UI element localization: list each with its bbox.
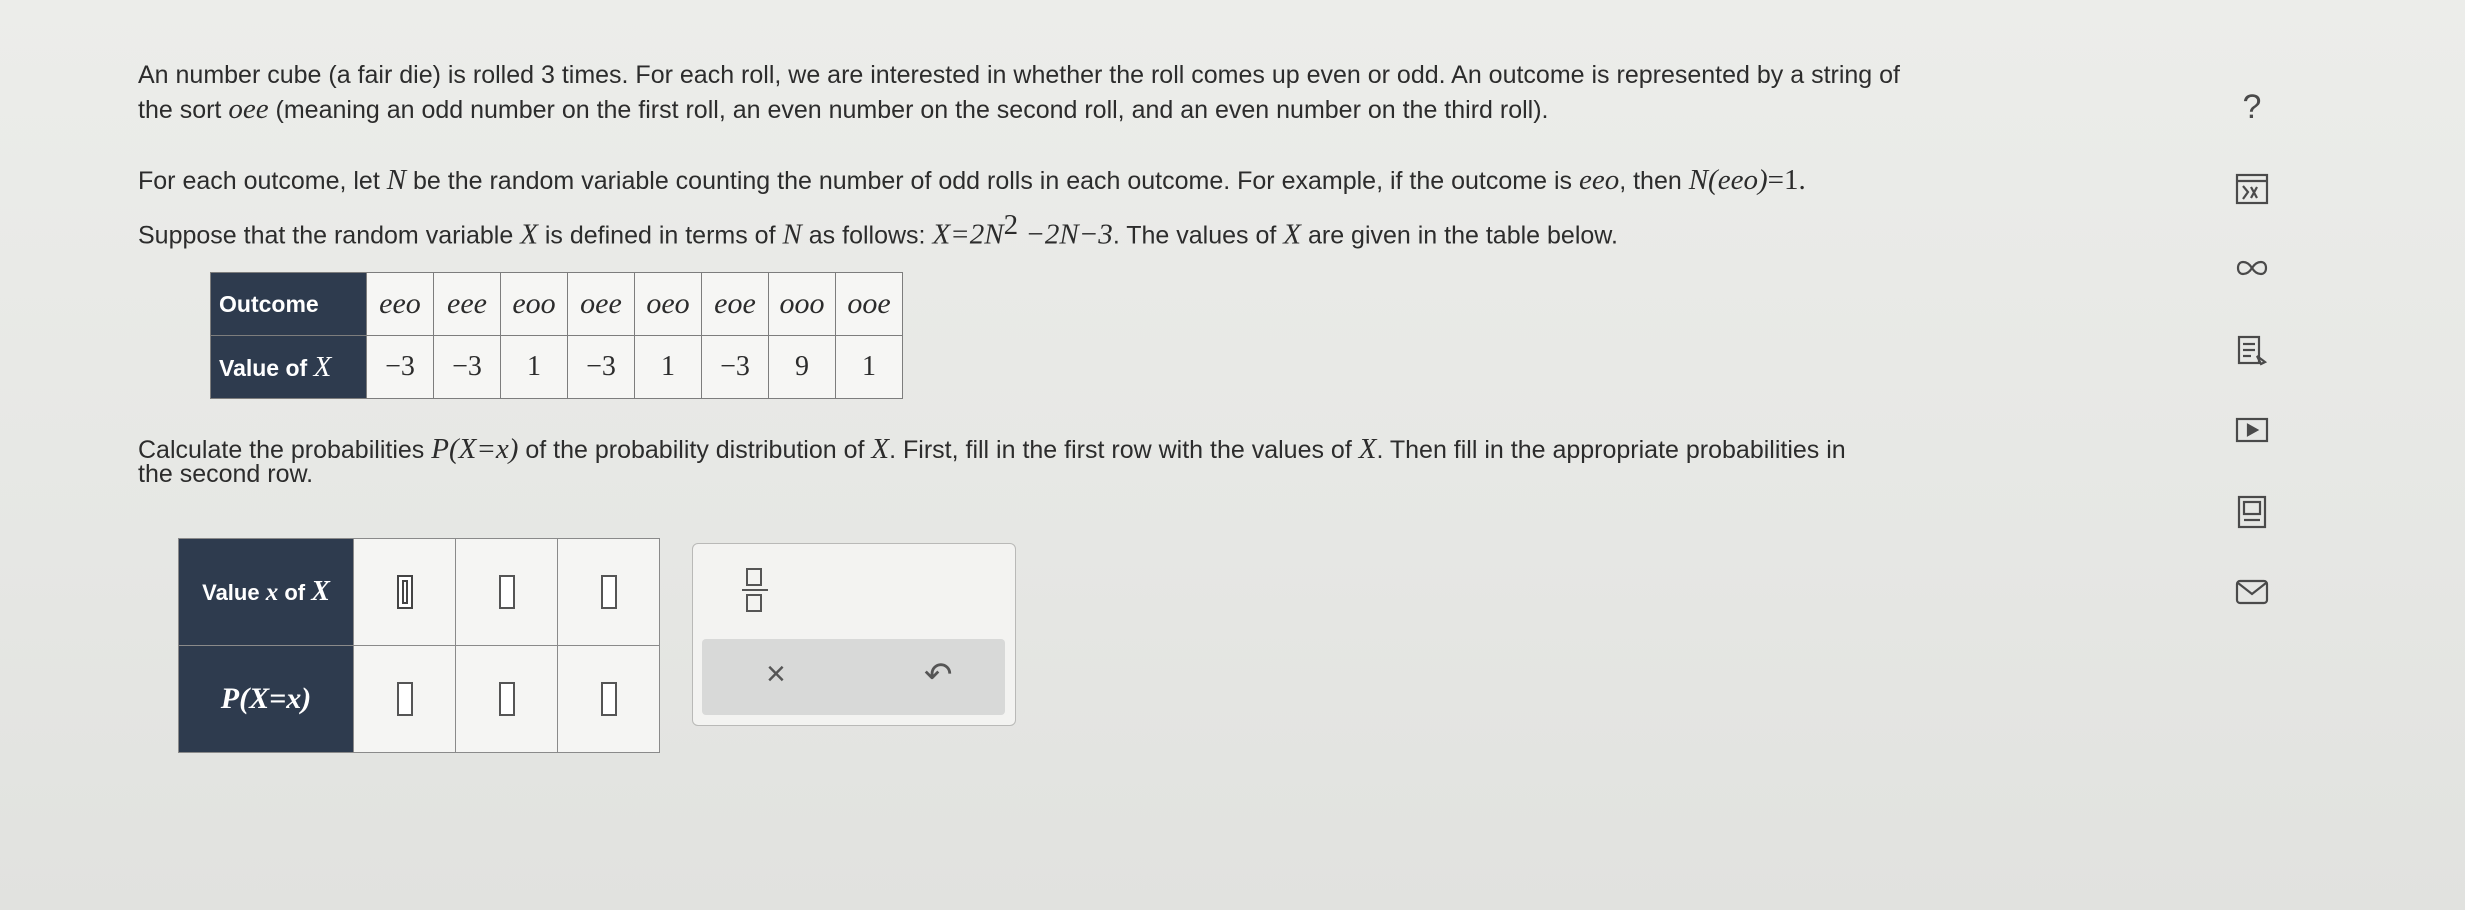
problem-instructions: Calculate the probabilities P(X=x) of th… bbox=[138, 432, 2178, 501]
video-icon[interactable] bbox=[2230, 416, 2274, 449]
problem-intro: An number cube (a fair die) is rolled 3 … bbox=[138, 58, 2178, 127]
notes-icon[interactable] bbox=[2230, 334, 2274, 373]
value-cell: 1 bbox=[500, 335, 568, 399]
value-input-cell[interactable] bbox=[353, 538, 456, 646]
row1-of: of bbox=[278, 580, 312, 605]
var-X-4: X bbox=[1358, 433, 1377, 465]
var-N-2: N bbox=[782, 218, 802, 251]
calculator-formula-icon[interactable] bbox=[2230, 172, 2274, 211]
value-cell: −3 bbox=[701, 335, 769, 399]
outcome-eeo: eeo bbox=[1578, 164, 1620, 196]
outcome-cell: eoo bbox=[500, 272, 568, 336]
answer-row-values: Value x of X bbox=[178, 538, 660, 646]
formula-text-a: Suppose that the random variable bbox=[138, 221, 521, 250]
expr-eq: =1. bbox=[1767, 164, 1806, 196]
question-icon[interactable]: ? bbox=[2230, 88, 2274, 127]
outcome-cell: eoe bbox=[701, 272, 769, 336]
value-row: Value of X −3 −3 1 −3 1 −3 9 1 bbox=[210, 335, 903, 399]
infinity-icon[interactable] bbox=[2230, 258, 2274, 283]
formula-text-d: . The values of bbox=[1112, 221, 1284, 250]
def-text-c: , then bbox=[1619, 167, 1689, 195]
value-cell: 1 bbox=[835, 335, 903, 399]
value-input-cell[interactable] bbox=[455, 538, 558, 646]
var-X: X bbox=[520, 218, 538, 251]
value-input-1[interactable] bbox=[396, 575, 413, 609]
expr-N-eeo: N(eeo) bbox=[1688, 164, 1768, 196]
example-outcome: oee bbox=[228, 93, 269, 125]
row1-var-x: x bbox=[265, 579, 279, 606]
prob-input-2[interactable] bbox=[498, 682, 515, 716]
page: An number cube (a fair die) is rolled 3 … bbox=[0, 0, 2465, 910]
formula-exponent: 2 bbox=[1003, 209, 1019, 241]
expr-P: P(X=x) bbox=[431, 433, 519, 465]
instr-line-2: the second row. bbox=[138, 460, 314, 488]
value-cell: −3 bbox=[366, 335, 434, 399]
outcome-cell: ooo bbox=[768, 272, 836, 336]
prob-input-1[interactable] bbox=[396, 682, 413, 716]
problem-formula: Suppose that the random variable X is de… bbox=[138, 208, 2178, 252]
prob-input-cell[interactable] bbox=[557, 645, 660, 753]
intro-line-1: An number cube (a fair die) is rolled 3 … bbox=[138, 61, 1900, 89]
clear-button[interactable]: × bbox=[766, 655, 786, 694]
intro-text-2: (meaning an odd number on the first roll… bbox=[268, 96, 1549, 124]
value-header-label: Value of bbox=[219, 354, 314, 381]
ebook-icon[interactable] bbox=[2230, 494, 2274, 535]
value-cell: 9 bbox=[768, 335, 836, 399]
fraction-icon[interactable] bbox=[737, 560, 773, 620]
var-X-3: X bbox=[871, 433, 890, 465]
outcome-cell: eeo bbox=[366, 272, 434, 336]
instr-text-c: . First, fill in the first row with the … bbox=[889, 436, 1359, 464]
formula-rest: −2N−3 bbox=[1018, 218, 1113, 251]
outcome-row: Outcome eeo eee eoo oee oeo eoe ooo ooe bbox=[210, 272, 903, 336]
math-palette: × ↶ bbox=[692, 543, 1016, 726]
outcome-table: Outcome eeo eee eoo oee oeo eoe ooo ooe … bbox=[210, 272, 903, 399]
value-header-var: X bbox=[313, 350, 332, 383]
answer-row-probabilities: P(X=x) bbox=[178, 645, 660, 753]
undo-button[interactable]: ↶ bbox=[924, 655, 953, 695]
var-N: N bbox=[386, 164, 407, 196]
outcome-cell: ooe bbox=[835, 272, 903, 336]
value-input-3[interactable] bbox=[600, 575, 617, 609]
value-cell: 1 bbox=[634, 335, 702, 399]
answer-row1-label: Value x of X bbox=[178, 538, 354, 646]
instr-text-b: of the probability distribution of bbox=[518, 436, 872, 464]
value-input-cell[interactable] bbox=[557, 538, 660, 646]
value-input-2[interactable] bbox=[498, 575, 515, 609]
value-cell: −3 bbox=[433, 335, 501, 399]
outcome-cell: oee bbox=[567, 272, 635, 336]
row1-label-text: Value bbox=[202, 580, 266, 605]
answer-row2-label: P(X=x) bbox=[178, 645, 354, 753]
outcome-header: Outcome bbox=[210, 272, 367, 336]
prob-input-3[interactable] bbox=[600, 682, 617, 716]
formula-text-b: is defined in terms of bbox=[537, 221, 783, 250]
outcome-cell: oeo bbox=[634, 272, 702, 336]
def-text-b: be the random variable counting the numb… bbox=[406, 167, 1579, 195]
row1-var-X: X bbox=[311, 576, 330, 607]
problem-definition: For each outcome, let N be the random va… bbox=[138, 163, 2178, 198]
outcome-cell: eee bbox=[433, 272, 501, 336]
value-cell: −3 bbox=[567, 335, 635, 399]
var-X-2: X bbox=[1283, 218, 1302, 251]
def-text-a: For each outcome, let bbox=[138, 167, 387, 195]
prob-input-cell[interactable] bbox=[455, 645, 558, 753]
formula-text-e: are given in the table below. bbox=[1301, 221, 1618, 250]
instr-text-d: . Then fill in the appropriate probabili… bbox=[1376, 436, 1846, 464]
mail-icon[interactable] bbox=[2230, 578, 2274, 611]
intro-text: the sort bbox=[138, 96, 229, 124]
value-header: Value of X bbox=[210, 335, 367, 399]
row2-label-text: P(X=x) bbox=[220, 682, 312, 715]
prob-input-cell[interactable] bbox=[353, 645, 456, 753]
answer-table: Value x of X P(X=x) bbox=[178, 538, 660, 753]
formula-text-c: as follows: bbox=[801, 221, 933, 250]
formula-main: X=2N bbox=[932, 218, 1004, 251]
palette-toolbar: × ↶ bbox=[702, 639, 1005, 715]
